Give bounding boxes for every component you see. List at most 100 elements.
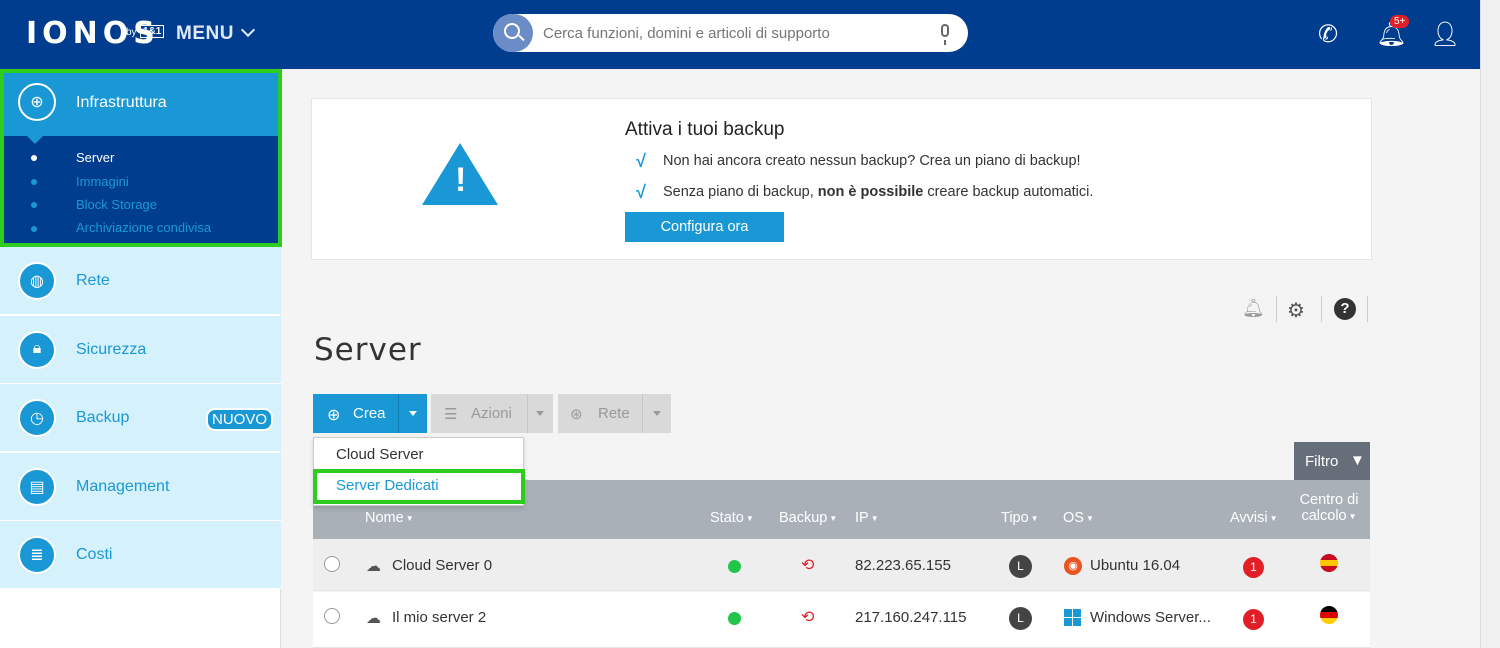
col-tipo-label: Tipo [1001, 510, 1029, 526]
network-icon: ⊛ [570, 406, 583, 423]
banner-line-2-pre: Senza piano di backup, [663, 184, 818, 200]
bell-icon[interactable]: 🔔︎ [1242, 298, 1265, 319]
caret-down-icon [536, 411, 544, 416]
germany-flag-icon [1320, 606, 1338, 624]
alert-count-badge[interactable]: 1 [1243, 609, 1264, 630]
search-input[interactable] [543, 23, 923, 43]
warning-exclamation: ! [455, 161, 467, 199]
server-icon: ☁ [366, 610, 381, 627]
azioni-button[interactable]: ☰ Azioni [431, 394, 527, 433]
microphone-icon[interactable] [941, 24, 949, 45]
top-bar: IONOS by 1&1 MENU ✆ 🔔︎ 5+ 👤︎ [0, 0, 1480, 69]
help-icon[interactable]: ? [1334, 298, 1356, 320]
divider [1367, 296, 1368, 322]
rete-label: Rete [598, 405, 630, 422]
check-icon: √ [635, 182, 645, 202]
sidebar-subitem-immagini[interactable]: Immagini [76, 174, 129, 189]
divider [1276, 296, 1277, 322]
col-ip-label: IP [855, 510, 869, 526]
banner-line-2-bold: non è possibile [817, 184, 924, 200]
bullet-icon [31, 202, 37, 208]
sidebar-item-label: Management [76, 478, 170, 495]
page-scrollbar[interactable] [1480, 0, 1500, 648]
coins-icon: ≣ [18, 536, 56, 574]
col-os-label: OS [1063, 510, 1084, 526]
crea-button[interactable]: ⊕ Crea [313, 394, 398, 433]
phone-icon[interactable]: ✆ [1318, 20, 1338, 49]
sidebar-item-sicurezza[interactable]: 🔒︎ Sicurezza [0, 316, 281, 384]
col-avvisi[interactable]: Avvisi ▼ [1230, 510, 1278, 526]
server-name[interactable]: Cloud Server 0 [392, 557, 492, 574]
sidebar-item-costi[interactable]: ≣ Costi [0, 521, 281, 589]
col-os[interactable]: OS ▼ [1063, 510, 1094, 526]
ubuntu-icon: ◉ [1064, 557, 1082, 575]
search-icon[interactable] [493, 14, 533, 52]
filter-button[interactable]: Filtro ▼ [1294, 442, 1370, 480]
logo-1und1: 1&1 [140, 25, 165, 38]
rete-dropdown-toggle[interactable] [642, 394, 671, 433]
banner-line-2: Senza piano di backup, non è possibile c… [663, 184, 1093, 200]
col-backup-label: Backup [779, 510, 828, 526]
col-centro-calcolo[interactable]: Centro di calcolo ▼ [1297, 492, 1361, 524]
crea-dropdown-menu: Cloud Server Server Dedicati [313, 437, 524, 506]
col-ip[interactable]: IP ▼ [855, 510, 879, 526]
row-select-radio[interactable] [324, 608, 340, 624]
server-os: Windows Server... [1090, 609, 1211, 626]
col-avvisi-label: Avvisi [1230, 510, 1268, 526]
windows-icon [1064, 609, 1082, 627]
list-icon: ☰ [444, 406, 458, 423]
sidebar-item-rete[interactable]: ◍ Rete [0, 247, 281, 315]
server-type-badge: L [1009, 607, 1032, 630]
sidebar-item-label: Backup [76, 409, 130, 426]
bullet-icon [31, 226, 37, 232]
azioni-label: Azioni [471, 405, 512, 422]
row-select-radio[interactable] [324, 556, 340, 572]
server-type-badge: L [1009, 555, 1032, 578]
notification-badge: 5+ [1390, 15, 1410, 28]
server-ip: 217.160.247.115 [855, 609, 967, 626]
sidebar-item-management[interactable]: ▤ Management [0, 453, 281, 521]
backup-banner: ! Attiva i tuoi backup √ Non hai ancora … [311, 98, 1372, 260]
banner-line-1: Non hai ancora creato nessun backup? Cre… [663, 153, 1081, 169]
menu-item-cloud-server[interactable]: Cloud Server [336, 446, 424, 463]
filter-label: Filtro [1305, 453, 1339, 470]
spain-flag-icon [1320, 554, 1338, 572]
sidebar-item-label: Costi [76, 546, 113, 563]
col-tipo[interactable]: Tipo ▼ [1001, 510, 1039, 526]
sidebar: ⊕ Infrastruttura Server Immagini Block S… [0, 69, 281, 648]
new-badge: NUOVO [206, 408, 274, 431]
table-row[interactable]: ☁ Il mio server 2 ⟲ 217.160.247.115 L Wi… [313, 592, 1370, 648]
crosshair-icon: ⊕ [18, 83, 56, 121]
sidebar-subitem-server[interactable]: Server [76, 150, 114, 165]
backup-icon[interactable]: ⟲ [801, 555, 814, 575]
divider [1321, 296, 1322, 322]
sidebar-subitem-block-storage[interactable]: Block Storage [76, 197, 157, 212]
azioni-dropdown-toggle[interactable] [527, 394, 553, 433]
banner-line-2-post: creare backup automatici. [923, 184, 1094, 200]
logo-by-text: by [126, 27, 137, 38]
col-stato[interactable]: Stato ▼ [710, 510, 754, 526]
configura-ora-button[interactable]: Configura ora [625, 212, 784, 242]
plus-circle-icon: ⊕ [327, 407, 341, 424]
col-backup[interactable]: Backup ▼ [779, 510, 837, 526]
alert-count-badge[interactable]: 1 [1243, 557, 1264, 578]
lock-icon: 🔒︎ [18, 331, 56, 369]
rete-button[interactable]: ⊛ Rete [558, 394, 642, 433]
server-name[interactable]: Il mio server 2 [392, 609, 486, 626]
crea-dropdown-toggle[interactable] [398, 394, 427, 433]
menu-item-server-dedicati[interactable]: Server Dedicati [336, 477, 439, 494]
table-row[interactable]: ☁ Cloud Server 0 ⟲ 82.223.65.155 L ◉ Ubu… [313, 539, 1370, 591]
sidebar-item-infrastruttura[interactable]: ⊕ Infrastruttura [0, 69, 281, 144]
backup-icon[interactable]: ⟲ [801, 607, 814, 627]
clipboard-icon: ▤ [18, 468, 56, 506]
col-nome[interactable]: Nome ▼ [365, 510, 414, 526]
col-nome-label: Nome [365, 510, 404, 526]
page-title: Server [314, 332, 422, 368]
search-bar[interactable] [493, 14, 968, 52]
user-icon[interactable]: 👤︎ [1430, 20, 1460, 49]
gear-icon[interactable]: ⚙ [1287, 298, 1305, 323]
status-online-icon [728, 612, 741, 625]
menu-button[interactable]: MENU [176, 22, 256, 45]
status-online-icon [728, 560, 741, 573]
sidebar-subitem-archiviazione[interactable]: Archiviazione condivisa [76, 220, 211, 235]
